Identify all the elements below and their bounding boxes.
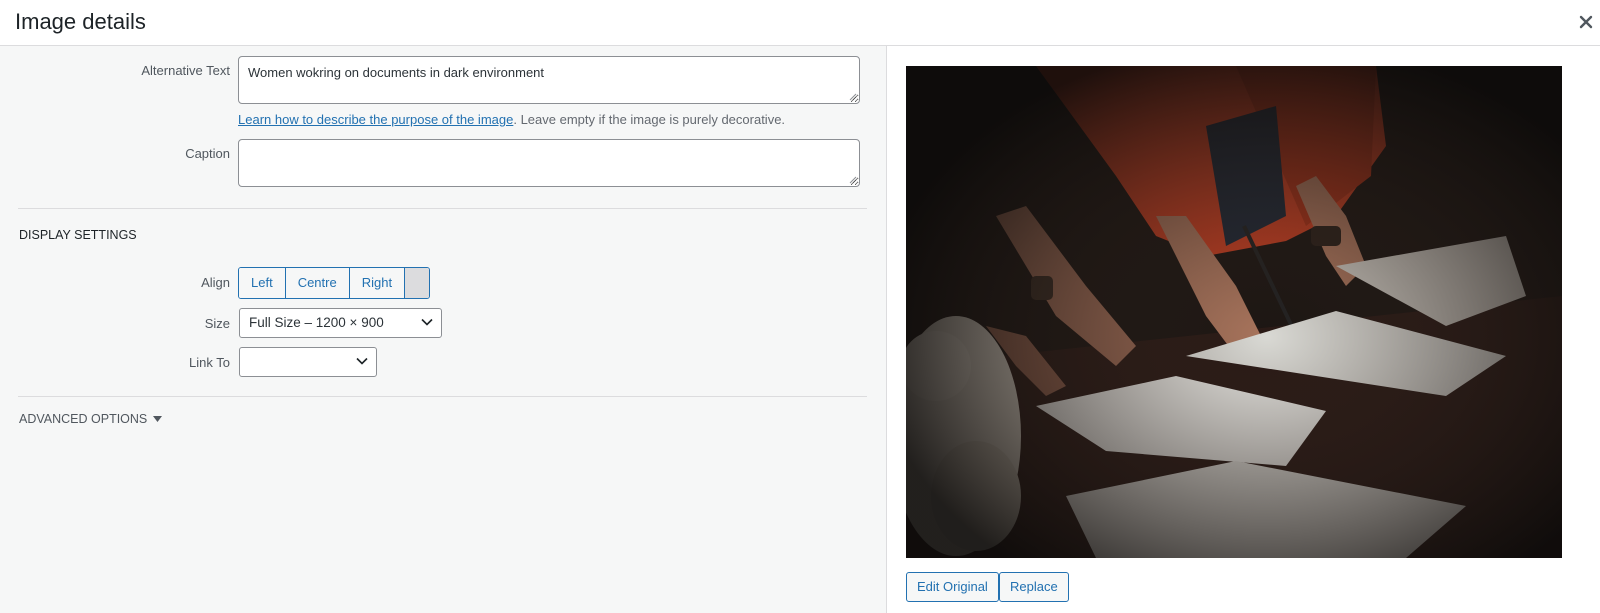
align-label: Align [201,275,230,290]
close-button[interactable] [1572,8,1600,36]
settings-pane: Alternative Text Women wokring on docume… [0,46,886,613]
chevron-down-icon [356,357,368,365]
alt-text-value: Women wokring on documents in dark envir… [248,65,545,80]
replace-button[interactable]: Replace [999,572,1069,602]
preview-pane: Edit Original Replace [887,46,1600,613]
link-to-label: Link To [189,355,230,370]
edit-original-button[interactable]: Edit Original [906,572,999,602]
section-divider [18,396,867,397]
align-right-button[interactable]: Right [349,268,406,298]
image-preview [906,66,1562,558]
alt-text-help-text: . Leave empty if the image is purely dec… [513,112,786,127]
align-button-group: Left Centre Right [238,267,431,299]
align-none-button[interactable] [405,268,430,298]
alt-text-field[interactable]: Women wokring on documents in dark envir… [238,56,860,104]
triangle-down-icon [153,416,163,422]
alt-text-help: Learn how to describe the purpose of the… [238,112,785,127]
section-divider [18,208,867,209]
alt-text-help-link[interactable]: Learn how to describe the purpose of the… [238,112,513,127]
caption-field[interactable] [238,139,860,187]
image-preview-photo [906,66,1562,558]
size-select[interactable]: Full Size – 1200 × 900 [239,308,442,338]
size-label: Size [204,316,230,331]
modal-title: Image details [15,9,146,34]
link-to-select[interactable] [239,347,377,377]
advanced-options-label: ADVANCED OPTIONS [19,412,148,426]
align-left-button[interactable]: Left [239,268,286,298]
alt-text-label: Alternative Text [141,63,230,78]
resize-grip-icon[interactable] [849,93,857,101]
advanced-options-toggle[interactable]: ADVANCED OPTIONS [19,412,163,426]
caption-label: Caption [185,146,230,161]
align-centre-button[interactable]: Centre [285,268,350,298]
close-icon [1579,15,1593,29]
modal-header: Image details [0,0,1600,46]
size-select-value: Full Size – 1200 × 900 [249,315,384,330]
display-settings-title: DISPLAY SETTINGS [19,228,137,242]
resize-grip-icon[interactable] [849,176,857,184]
chevron-down-icon [421,318,433,326]
